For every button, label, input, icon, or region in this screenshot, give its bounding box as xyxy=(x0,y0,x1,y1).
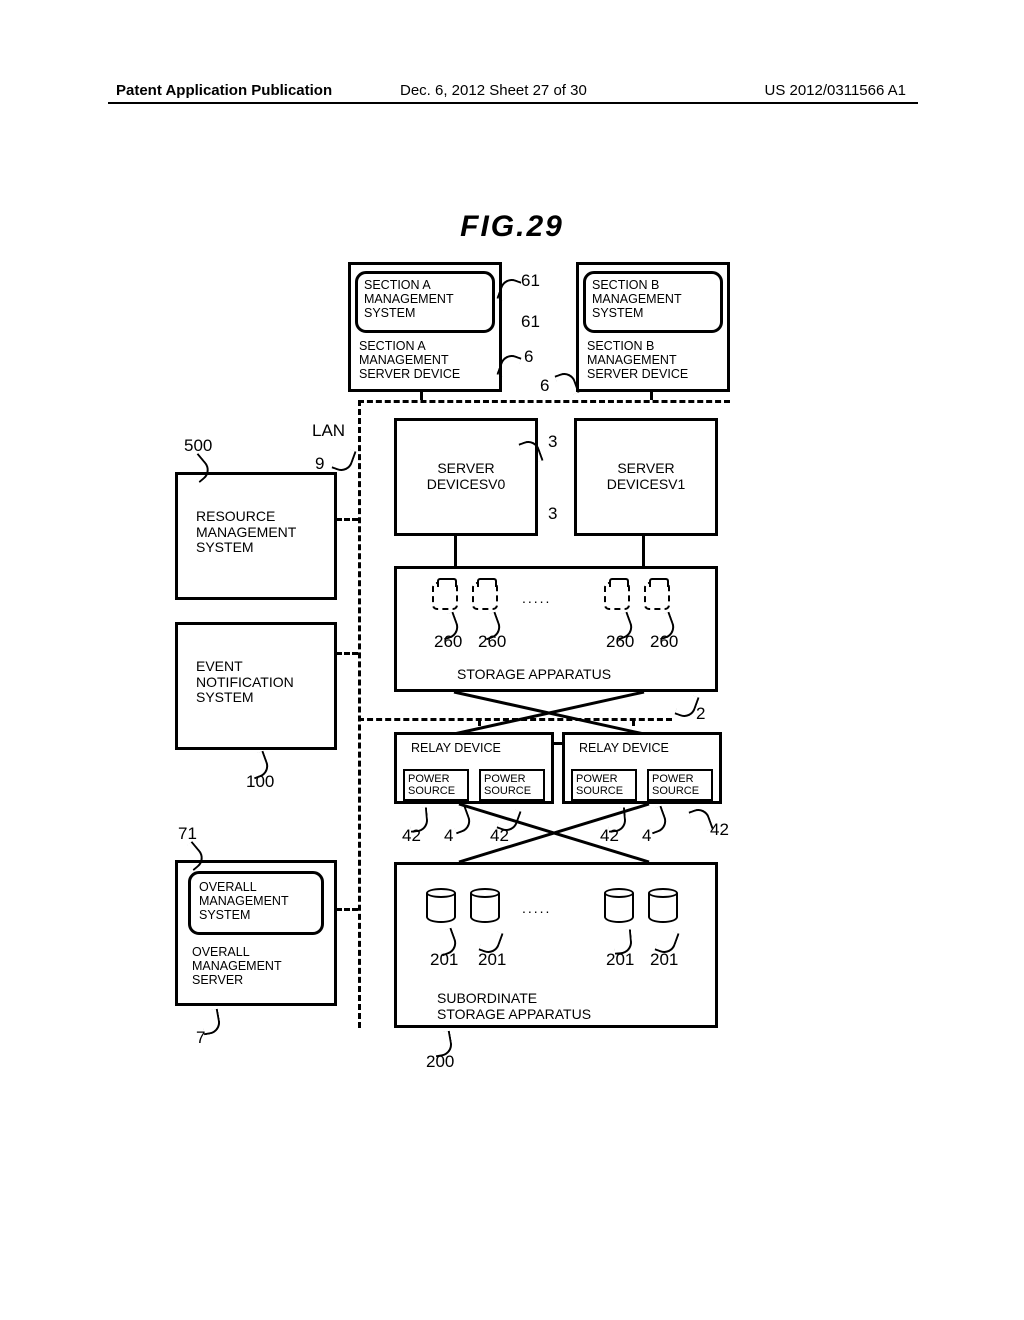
figure-title: FIG.29 xyxy=(0,210,1024,244)
ref-260c: 260 xyxy=(606,632,634,652)
ref-201d: 201 xyxy=(650,950,678,970)
resource-mgmt-system: RESOURCE MANAGEMENT SYSTEM xyxy=(175,472,337,600)
ref-201a: 201 xyxy=(430,950,458,970)
stub-sv0 xyxy=(454,536,457,566)
power-label: POWER SOURCE xyxy=(652,773,708,797)
overall-mgmt-system: OVERALL MANAGEMENT SYSTEM xyxy=(188,871,324,935)
power-label: POWER SOURCE xyxy=(484,773,540,797)
ref-260b: 260 xyxy=(478,632,506,652)
storage-apparatus-label: STORAGE APPARATUS xyxy=(457,667,611,683)
lan-label: LAN xyxy=(312,421,345,441)
lan-stub-a xyxy=(420,392,423,400)
ref-61a: 61 xyxy=(521,271,540,291)
lan-stub-b xyxy=(650,392,653,400)
power-source-2b: POWER SOURCE xyxy=(647,769,713,801)
server1-label: SERVER DEVICESV1 xyxy=(607,461,686,492)
ref-200: 200 xyxy=(426,1052,454,1072)
cylinder-icon xyxy=(426,888,456,926)
resource-label: RESOURCE MANAGEMENT SYSTEM xyxy=(196,509,324,556)
ref-6a: 6 xyxy=(524,347,533,367)
header-right: US 2012/0311566 A1 xyxy=(764,82,906,99)
disk-icon xyxy=(644,582,670,610)
overall-inner-label: OVERALL MANAGEMENT SYSTEM xyxy=(199,880,313,922)
ref-201c: 201 xyxy=(606,950,634,970)
ref-6b: 6 xyxy=(540,376,549,396)
lan-top-h xyxy=(358,400,730,403)
relay-conn xyxy=(554,742,562,745)
ellipsis: ..... xyxy=(522,900,551,916)
power-source-2a: POWER SOURCE xyxy=(571,769,637,801)
header-center: Dec. 6, 2012 Sheet 27 of 30 xyxy=(400,82,587,99)
lan-br-overall xyxy=(336,908,358,911)
ref-9: 9 xyxy=(315,454,324,474)
cross-lines-icon xyxy=(394,692,718,734)
server-device-sv0: SERVER DEVICESV0 xyxy=(394,418,538,536)
stub-sv1 xyxy=(642,536,645,566)
section-a-outer-label: SECTION A MANAGEMENT SERVER DEVICE xyxy=(359,339,460,381)
ref-3b: 3 xyxy=(548,504,557,524)
ref-260a: 260 xyxy=(434,632,462,652)
page: Patent Application Publication Dec. 6, 2… xyxy=(0,0,1024,1320)
power-label: POWER SOURCE xyxy=(576,773,632,797)
relay-device-1: RELAY DEVICE POWER SOURCE POWER SOURCE xyxy=(394,732,554,804)
event-notification-system: EVENT NOTIFICATION SYSTEM xyxy=(175,622,337,750)
header-left: Patent Application Publication xyxy=(116,82,332,99)
relay-device-2: RELAY DEVICE POWER SOURCE POWER SOURCE xyxy=(562,732,722,804)
section-a-server-device: SECTION A MANAGEMENT SYSTEM SECTION A MA… xyxy=(348,262,502,392)
section-b-outer-label: SECTION B MANAGEMENT SERVER DEVICE xyxy=(587,339,688,381)
ref-201b: 201 xyxy=(478,950,506,970)
cylinder-icon xyxy=(604,888,634,926)
ref-3a: 3 xyxy=(548,432,557,452)
ref-71: 71 xyxy=(178,824,197,844)
lan-br-resource xyxy=(336,518,358,521)
server0-label: SERVER DEVICESV0 xyxy=(427,461,506,492)
ref-100: 100 xyxy=(246,772,274,792)
cylinder-icon xyxy=(648,888,678,926)
ref-61b: 61 xyxy=(521,312,540,332)
section-a-inner-label: SECTION A MANAGEMENT SYSTEM xyxy=(364,278,486,320)
cylinder-icon xyxy=(470,888,500,926)
section-b-mgmt-system: SECTION B MANAGEMENT SYSTEM xyxy=(583,271,723,333)
disk-icon xyxy=(432,582,458,610)
overall-outer-label: OVERALL MANAGEMENT SERVER xyxy=(192,945,282,987)
power-label: POWER SOURCE xyxy=(408,773,464,797)
cross-lines-icon xyxy=(394,804,718,862)
power-source-1a: POWER SOURCE xyxy=(403,769,469,801)
power-source-1b: POWER SOURCE xyxy=(479,769,545,801)
disk-icon xyxy=(604,582,630,610)
event-label: EVENT NOTIFICATION SYSTEM xyxy=(196,659,324,706)
overall-mgmt-server: OVERALL MANAGEMENT SYSTEM OVERALL MANAGE… xyxy=(175,860,337,1006)
ref-260d: 260 xyxy=(650,632,678,652)
ref-7: 7 xyxy=(196,1028,205,1048)
leader-icon xyxy=(331,446,356,475)
disk-icon xyxy=(472,582,498,610)
server-device-sv1: SERVER DEVICESV1 xyxy=(574,418,718,536)
relay2-label: RELAY DEVICE xyxy=(579,741,669,755)
header-rule xyxy=(108,102,918,104)
lan-spine xyxy=(358,400,361,1028)
section-b-inner-label: SECTION B MANAGEMENT SYSTEM xyxy=(592,278,714,320)
lan-br-event xyxy=(336,652,358,655)
sub-storage-label: SUBORDINATE STORAGE APPARATUS xyxy=(437,991,591,1022)
section-b-server-device: SECTION B MANAGEMENT SYSTEM SECTION B MA… xyxy=(576,262,730,392)
relay1-label: RELAY DEVICE xyxy=(411,741,501,755)
section-a-mgmt-system: SECTION A MANAGEMENT SYSTEM xyxy=(355,271,495,333)
ellipsis: ..... xyxy=(522,590,551,606)
